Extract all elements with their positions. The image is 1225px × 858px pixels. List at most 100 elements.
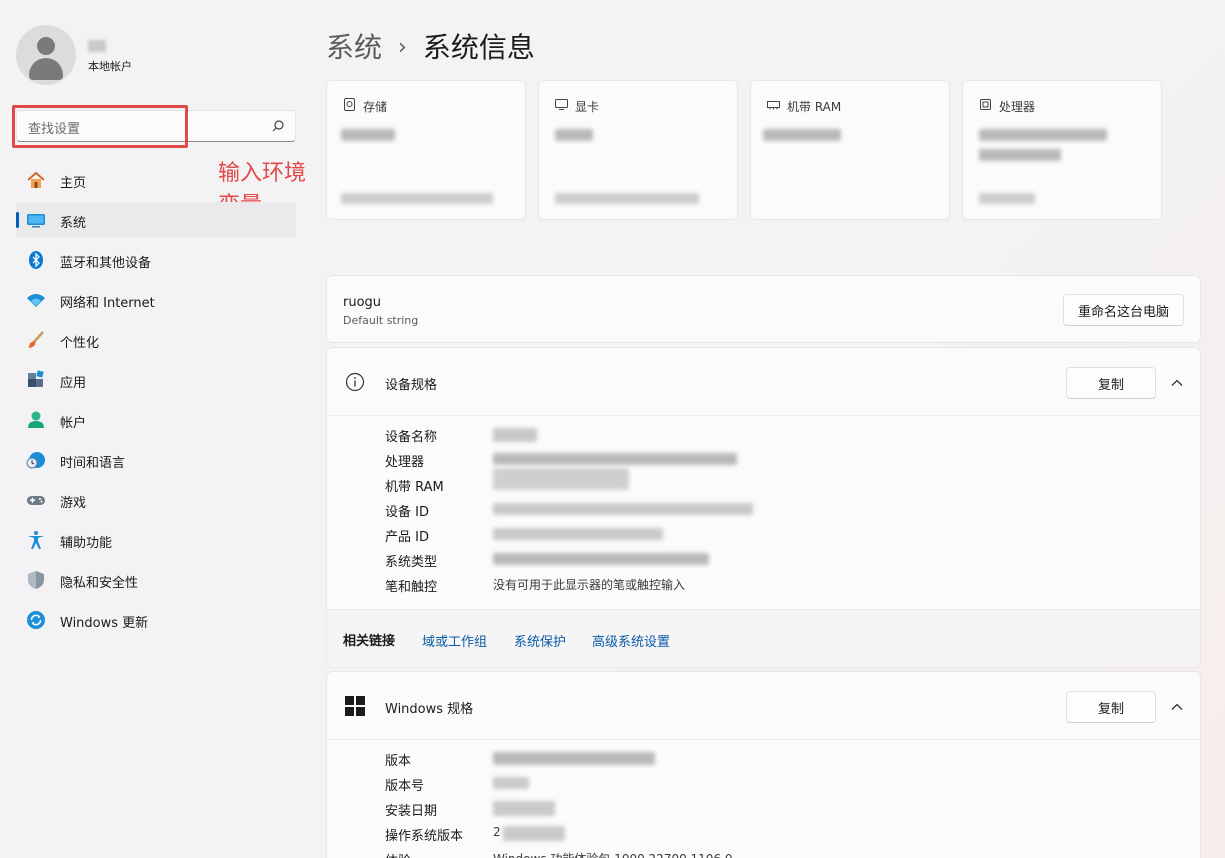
redacted-value bbox=[493, 777, 529, 789]
redacted-value bbox=[493, 528, 663, 540]
avatar-body-shape bbox=[29, 58, 63, 80]
copy-button[interactable]: 复制 bbox=[1066, 367, 1156, 399]
spec-value: Windows 功能体验包 1000.22700.1106.0 bbox=[493, 850, 733, 858]
spec-value: 2 bbox=[493, 825, 501, 839]
clock-globe-icon bbox=[26, 452, 45, 469]
bluetooth-icon bbox=[29, 251, 43, 269]
pc-model: Default string bbox=[343, 314, 419, 327]
breadcrumb-separator: › bbox=[398, 35, 407, 60]
sidebar-item-label: 游戏 bbox=[60, 496, 87, 511]
display-card[interactable]: 显卡 bbox=[538, 80, 738, 220]
redacted-value bbox=[763, 129, 841, 141]
storage-icon bbox=[344, 98, 355, 111]
annotation-highlight-box bbox=[12, 105, 188, 148]
redacted-value bbox=[493, 428, 537, 442]
page-title: 系统信息 bbox=[422, 31, 535, 64]
apps-icon bbox=[28, 370, 44, 387]
spec-label: 操作系统版本 bbox=[385, 829, 464, 844]
sidebar-item-network[interactable]: 网络和 Internet bbox=[16, 282, 296, 318]
chevron-up-icon[interactable] bbox=[1170, 376, 1184, 390]
sidebar-item-label: 系统 bbox=[60, 216, 87, 231]
card-title: 显卡 bbox=[575, 100, 600, 114]
sidebar-item-label: 主页 bbox=[60, 176, 87, 191]
spec-label: 产品 ID bbox=[385, 530, 429, 545]
sidebar-item-label: 时间和语言 bbox=[60, 456, 126, 471]
card-title: 机带 RAM bbox=[787, 100, 842, 114]
redacted-value bbox=[555, 193, 699, 204]
brush-icon bbox=[29, 331, 44, 348]
wifi-icon bbox=[27, 294, 45, 307]
sidebar-item-bluetooth[interactable]: 蓝牙和其他设备 bbox=[16, 242, 296, 278]
redacted-value bbox=[979, 149, 1061, 161]
gamepad-icon bbox=[27, 496, 45, 505]
chevron-up-icon[interactable] bbox=[1170, 700, 1184, 714]
account-icon bbox=[28, 411, 44, 428]
pc-name: ruogu bbox=[343, 295, 382, 310]
avatar[interactable] bbox=[16, 25, 76, 85]
spec-label: 版本 bbox=[385, 754, 412, 769]
device-specs-header[interactable]: 设备规格 复制 bbox=[327, 348, 1200, 416]
home-icon bbox=[27, 171, 45, 188]
windows-logo-icon bbox=[345, 696, 365, 716]
sidebar-item-personalization[interactable]: 个性化 bbox=[16, 322, 296, 358]
storage-card[interactable]: 存储 bbox=[326, 80, 526, 220]
redacted-value bbox=[979, 193, 1035, 204]
sidebar-item-gaming[interactable]: 游戏 bbox=[16, 482, 296, 518]
shield-icon bbox=[28, 571, 44, 589]
sidebar-item-accessibility[interactable]: 辅助功能 bbox=[16, 522, 296, 558]
sidebar-item-label: 蓝牙和其他设备 bbox=[60, 256, 152, 271]
ram-card[interactable]: 机带 RAM bbox=[750, 80, 950, 220]
redacted-value bbox=[493, 453, 737, 465]
cpu-icon bbox=[980, 99, 991, 110]
search-icon[interactable] bbox=[271, 119, 285, 133]
spec-label: 笔和触控 bbox=[385, 580, 438, 595]
device-specs-panel: 设备规格 复制 设备名称 处理器 机带 RAM 设备 ID 产品 ID 系统类型… bbox=[326, 347, 1201, 668]
sidebar-item-apps[interactable]: 应用 bbox=[16, 362, 296, 398]
spec-label: 安装日期 bbox=[385, 804, 438, 819]
avatar-head-shape bbox=[37, 37, 55, 55]
card-title: 存储 bbox=[363, 100, 388, 114]
account-type-label: 本地帐户 bbox=[88, 60, 132, 73]
spec-label: 机带 RAM bbox=[385, 480, 444, 495]
sidebar-item-privacy[interactable]: 隐私和安全性 bbox=[16, 562, 296, 598]
spec-value: 没有可用于此显示器的笔或触控输入 bbox=[493, 578, 686, 592]
link-domain-workgroup[interactable]: 域或工作组 bbox=[422, 631, 487, 650]
rename-pc-button[interactable]: 重命名这台电脑 bbox=[1062, 294, 1184, 326]
spec-label: 设备名称 bbox=[385, 430, 438, 445]
summary-cards: 存储 显卡 机带 RAM 处理器 bbox=[326, 80, 1162, 220]
sidebar-item-windows-update[interactable]: Windows 更新 bbox=[16, 602, 296, 638]
redacted-value bbox=[503, 826, 565, 841]
spec-label: 体验 bbox=[385, 850, 411, 858]
related-links-label: 相关链接 bbox=[343, 634, 396, 649]
info-icon bbox=[345, 372, 365, 392]
sidebar-item-home[interactable]: 主页 bbox=[16, 162, 296, 198]
redacted-value bbox=[493, 752, 655, 765]
sidebar-item-time-language[interactable]: 时间和语言 bbox=[16, 442, 296, 478]
spec-label: 系统类型 bbox=[385, 555, 438, 570]
display-icon bbox=[555, 99, 568, 110]
copy-button[interactable]: 复制 bbox=[1066, 691, 1156, 723]
settings-window: 本地帐户 查找设置 输入环境变量 主页 bbox=[0, 0, 1225, 858]
sidebar-item-accounts[interactable]: 帐户 bbox=[16, 402, 296, 438]
redacted-value bbox=[493, 801, 555, 816]
redacted-value bbox=[493, 553, 709, 565]
redacted-value bbox=[341, 129, 395, 141]
sidebar-item-label: Windows 更新 bbox=[60, 616, 149, 631]
spec-label: 设备 ID bbox=[385, 505, 429, 520]
section-title: Windows 规格 bbox=[385, 702, 474, 717]
sidebar: 本地帐户 查找设置 输入环境变量 主页 bbox=[0, 0, 310, 858]
link-advanced-system-settings[interactable]: 高级系统设置 bbox=[592, 631, 670, 650]
redacted-value bbox=[493, 503, 753, 515]
sidebar-item-label: 应用 bbox=[60, 376, 87, 391]
sidebar-item-label: 个性化 bbox=[60, 336, 100, 351]
redacted-value bbox=[555, 129, 593, 141]
sidebar-item-system[interactable]: 系统 bbox=[16, 202, 296, 238]
cpu-card[interactable]: 处理器 bbox=[962, 80, 1162, 220]
link-system-protection[interactable]: 系统保护 bbox=[514, 631, 566, 650]
user-name-redacted bbox=[88, 40, 106, 52]
breadcrumb-parent-link[interactable]: 系统 bbox=[326, 31, 382, 64]
card-title: 处理器 bbox=[999, 100, 1036, 114]
sidebar-item-label: 辅助功能 bbox=[60, 536, 113, 551]
spec-label: 处理器 bbox=[385, 455, 425, 470]
windows-specs-header[interactable]: Windows 规格 复制 bbox=[327, 672, 1200, 740]
